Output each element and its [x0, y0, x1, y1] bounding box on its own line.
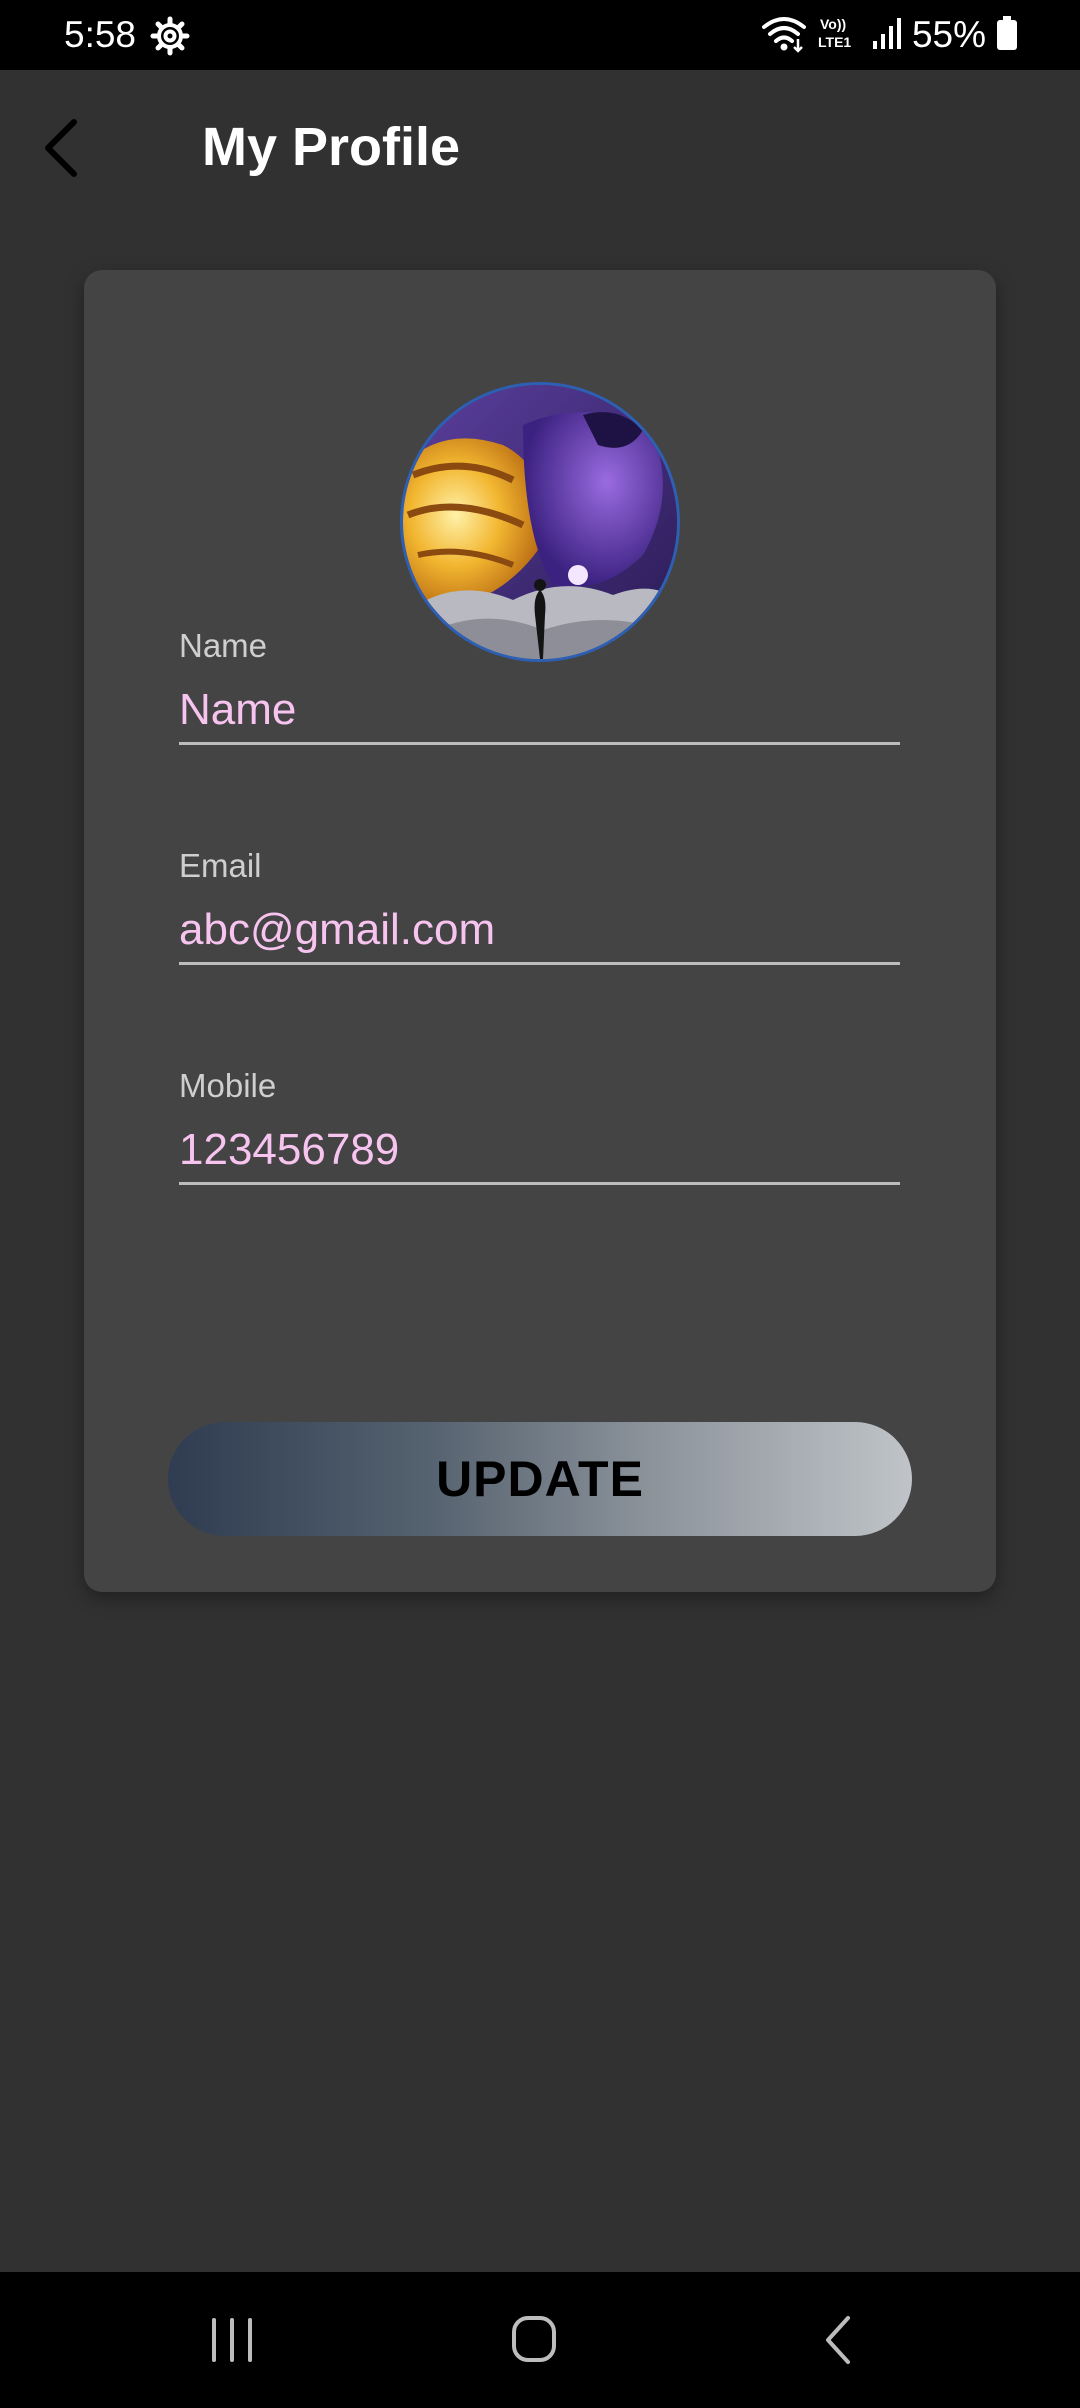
mobile-label: Mobile [179, 1067, 277, 1104]
status-time: 5:58 [64, 14, 137, 55]
signal-icon [872, 15, 902, 56]
gear-icon [150, 16, 190, 56]
status-bar: 5:58 Vo)) LTE1 55% [0, 0, 1080, 70]
name-field: Name Name [179, 626, 900, 745]
battery-icon [996, 15, 1018, 56]
email-label: Email [179, 847, 262, 884]
recents-button[interactable] [192, 2300, 272, 2380]
wifi-icon [760, 13, 808, 58]
app-bar: My Profile [0, 70, 1080, 230]
system-nav-bar [0, 2272, 1080, 2408]
status-icons: Vo)) LTE1 55% [760, 12, 1018, 58]
page-title: My Profile [202, 117, 461, 177]
home-button[interactable] [494, 2300, 574, 2380]
system-back-button[interactable] [798, 2300, 878, 2380]
avatar-image [403, 385, 677, 659]
recents-icon [212, 2318, 252, 2362]
profile-screen: 5:58 Vo)) LTE1 55% My Profile Name Name … [0, 0, 1080, 2408]
back-button[interactable] [36, 112, 92, 184]
volte-icon: Vo)) LTE1 [818, 13, 862, 58]
email-input[interactable]: abc@gmail.com [179, 902, 900, 965]
update-button[interactable]: UPDATE [168, 1422, 912, 1536]
svg-text:LTE1: LTE1 [818, 34, 851, 50]
profile-card: Name Name Email abc@gmail.com Mobile 123… [84, 270, 996, 1592]
mobile-field: Mobile 123456789 [179, 1066, 900, 1185]
chevron-left-icon [45, 119, 77, 177]
name-label: Name [179, 627, 268, 664]
battery-percent: 55% [911, 14, 986, 55]
mobile-input[interactable]: 123456789 [179, 1122, 900, 1185]
update-button-label: UPDATE [436, 1451, 644, 1507]
profile-avatar[interactable] [400, 382, 680, 662]
name-input[interactable]: Name [179, 682, 900, 745]
svg-text:Vo)): Vo)) [820, 16, 846, 32]
email-field: Email abc@gmail.com [179, 846, 900, 965]
back-icon [826, 2316, 850, 2364]
home-icon [512, 2316, 556, 2362]
